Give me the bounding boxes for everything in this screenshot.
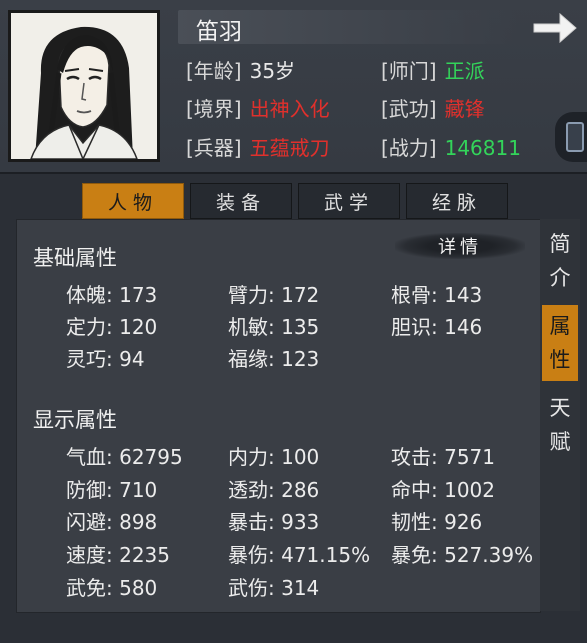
tab-martial-arts[interactable]: 武学	[298, 183, 400, 219]
tab-meridians[interactable]: 经脉	[406, 183, 508, 219]
info-value: 藏锋	[444, 97, 485, 121]
details-button[interactable]: 详情	[395, 233, 525, 259]
character-portrait	[8, 10, 160, 162]
stat-item: 定力: 120	[66, 315, 158, 339]
info-martial-art: [武功] 藏锋	[381, 93, 485, 122]
stat-item: 暴击: 933	[228, 510, 320, 534]
character-name: 笛羽	[196, 19, 242, 45]
side-tab-char: 天	[549, 396, 571, 420]
info-label: [战力]	[381, 136, 437, 160]
info-combat-power: [战力] 146811	[381, 132, 521, 161]
next-arrow-button[interactable]	[530, 8, 580, 48]
side-tab-char: 性	[549, 348, 571, 372]
info-age: [年龄] 35岁	[186, 55, 295, 84]
arrow-right-icon	[533, 12, 577, 44]
info-weapon: [兵器] 五蕴戒刀	[186, 132, 330, 161]
stat-item: 暴伤: 471.15%	[228, 543, 371, 567]
stat-item: 胆识: 146	[391, 315, 483, 339]
stat-item: 机敏: 135	[228, 315, 320, 339]
info-label: [境界]	[186, 97, 242, 121]
side-tab-profile[interactable]: 简 介	[542, 223, 578, 299]
section-title-basic: 基础属性	[33, 246, 117, 270]
stat-item: 防御: 710	[66, 478, 158, 502]
stat-item: 攻击: 7571	[391, 445, 495, 469]
stat-item: 气血: 62795	[66, 445, 183, 469]
info-realm: [境界] 出神入化	[186, 93, 330, 122]
info-value: 正派	[444, 59, 485, 83]
stat-item: 武伤: 314	[228, 576, 320, 600]
section-title-display: 显示属性	[33, 408, 117, 432]
info-value: 146811	[444, 136, 521, 160]
book-icon	[566, 122, 584, 152]
stat-item: 透劲: 286	[228, 478, 320, 502]
tab-equipment[interactable]: 装备	[190, 183, 292, 219]
stat-item: 灵巧: 94	[66, 347, 145, 371]
side-tab-talents[interactable]: 天 赋	[542, 387, 578, 463]
stat-item: 闪避: 898	[66, 510, 158, 534]
info-label: [师门]	[381, 59, 437, 83]
side-tab-char: 介	[549, 266, 571, 290]
info-value: 出神入化	[249, 97, 330, 121]
stat-item: 速度: 2235	[66, 543, 170, 567]
info-sect: [师门] 正派	[381, 55, 485, 84]
stat-item: 根骨: 143	[391, 283, 483, 307]
stat-item: 命中: 1002	[391, 478, 495, 502]
tab-character[interactable]: 人物	[82, 183, 184, 219]
stat-item: 臂力: 172	[228, 283, 320, 307]
main-tabs: 人物 装备 武学 经脉	[82, 183, 508, 219]
stat-item: 武免: 580	[66, 576, 158, 600]
info-label: [年龄]	[186, 59, 242, 83]
info-label: [武功]	[381, 97, 437, 121]
stat-item: 内力: 100	[228, 445, 320, 469]
info-label: [兵器]	[186, 136, 242, 160]
side-tab-attributes[interactable]: 属 性	[542, 305, 578, 381]
stat-item: 体魄: 173	[66, 283, 158, 307]
side-tab-char: 赋	[549, 430, 571, 454]
info-value: 五蕴戒刀	[249, 136, 330, 160]
stat-item: 韧性: 926	[391, 510, 483, 534]
info-value: 35岁	[249, 59, 296, 83]
stat-item: 福缘: 123	[228, 347, 320, 371]
side-tab-char: 简	[549, 232, 571, 256]
stat-item: 暴免: 527.39%	[391, 543, 534, 567]
side-tab-char: 属	[549, 314, 571, 338]
side-tabs: 简 介 属 性 天 赋	[540, 219, 580, 611]
